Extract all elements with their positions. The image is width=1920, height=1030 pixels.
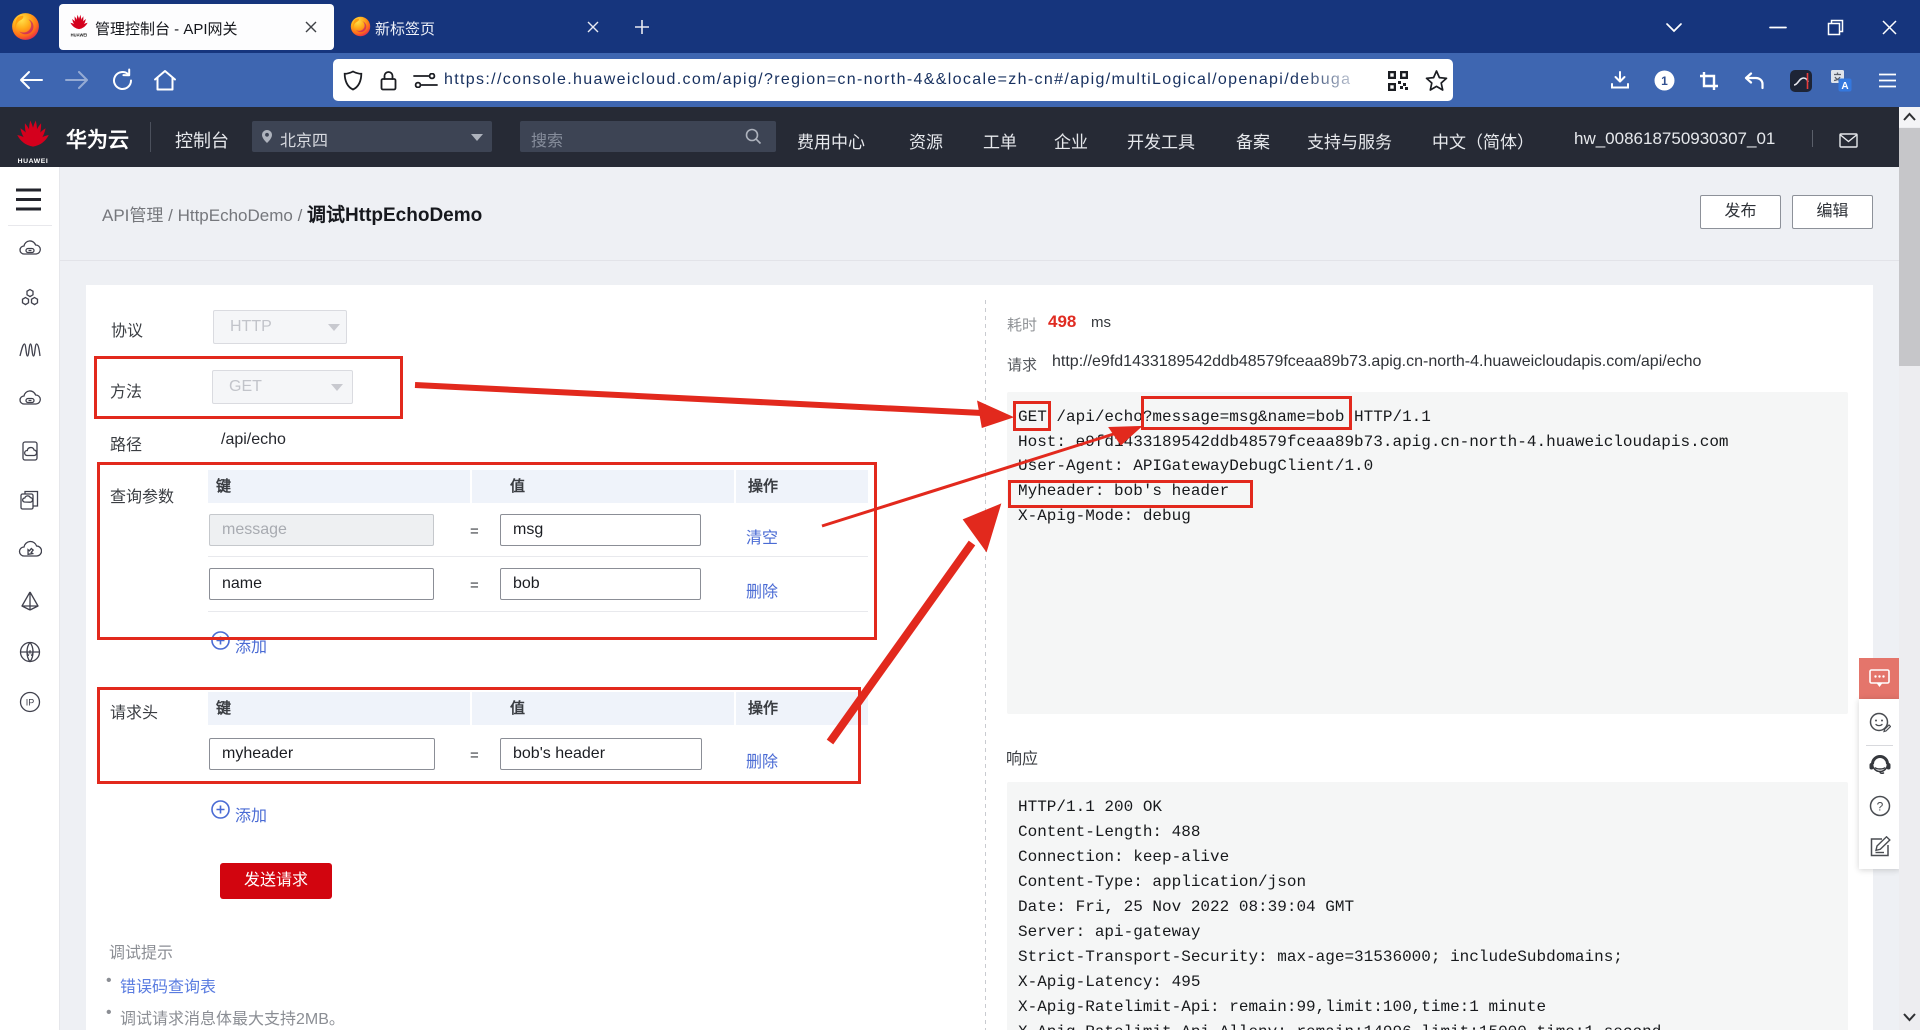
svg-text:A: A	[1841, 81, 1848, 92]
svg-text:W: W	[26, 649, 34, 658]
svg-text:HUAWEI: HUAWEI	[71, 32, 88, 37]
svg-text:1: 1	[1661, 74, 1668, 88]
svg-text:?: ?	[1877, 800, 1884, 814]
svg-text:IP: IP	[26, 698, 35, 708]
svg-text:HUAWEI: HUAWEI	[18, 158, 49, 165]
